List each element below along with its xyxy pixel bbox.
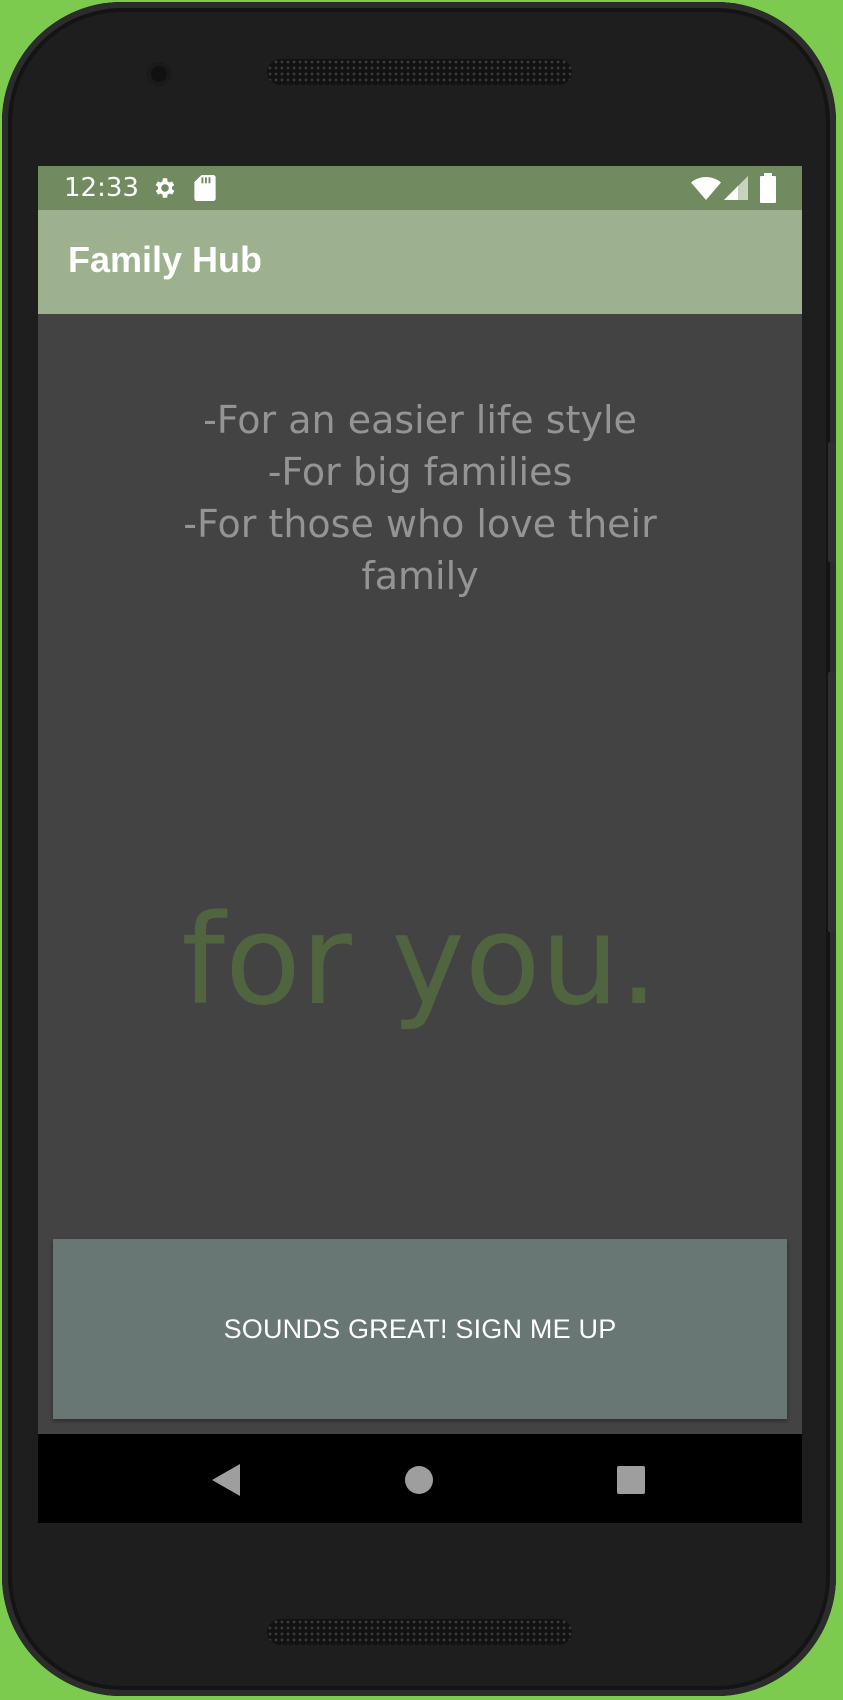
wifi-icon: [691, 176, 721, 204]
tagline-list: -For an easier life style -For big famil…: [120, 394, 720, 602]
app-title: Family Hub: [68, 239, 263, 280]
app-bar: Family Hub: [38, 210, 802, 314]
settings-gear-icon: [152, 175, 178, 205]
bottom-speaker: [267, 1619, 572, 1645]
tagline-easier-life: -For an easier life style: [203, 398, 637, 442]
battery-icon: [760, 173, 776, 207]
volume-button: [828, 672, 836, 932]
status-bar: 12:33: [38, 166, 802, 210]
earpiece-speaker: [267, 59, 572, 85]
app-screen: 12:33 Family Hub -For an easier life sty…: [38, 166, 802, 1523]
sd-card-icon: [194, 175, 216, 205]
tagline-big-families: -For big families: [267, 450, 573, 494]
back-triangle-icon[interactable]: [207, 1460, 247, 1500]
phone-frame: 12:33 Family Hub -For an easier life sty…: [2, 2, 836, 1696]
home-circle-icon[interactable]: [399, 1460, 439, 1500]
tagline-love-family: -For those who love their family: [183, 502, 657, 598]
navigation-bar: [38, 1434, 802, 1523]
recents-square-icon[interactable]: [611, 1460, 651, 1500]
power-button: [828, 442, 836, 562]
sign-up-button[interactable]: SOUNDS GREAT! SIGN ME UP: [53, 1239, 787, 1419]
hero-text: for you.: [181, 889, 659, 1033]
front-camera: [147, 62, 171, 86]
status-time: 12:33: [64, 173, 139, 203]
cellular-signal-icon: [724, 176, 748, 204]
